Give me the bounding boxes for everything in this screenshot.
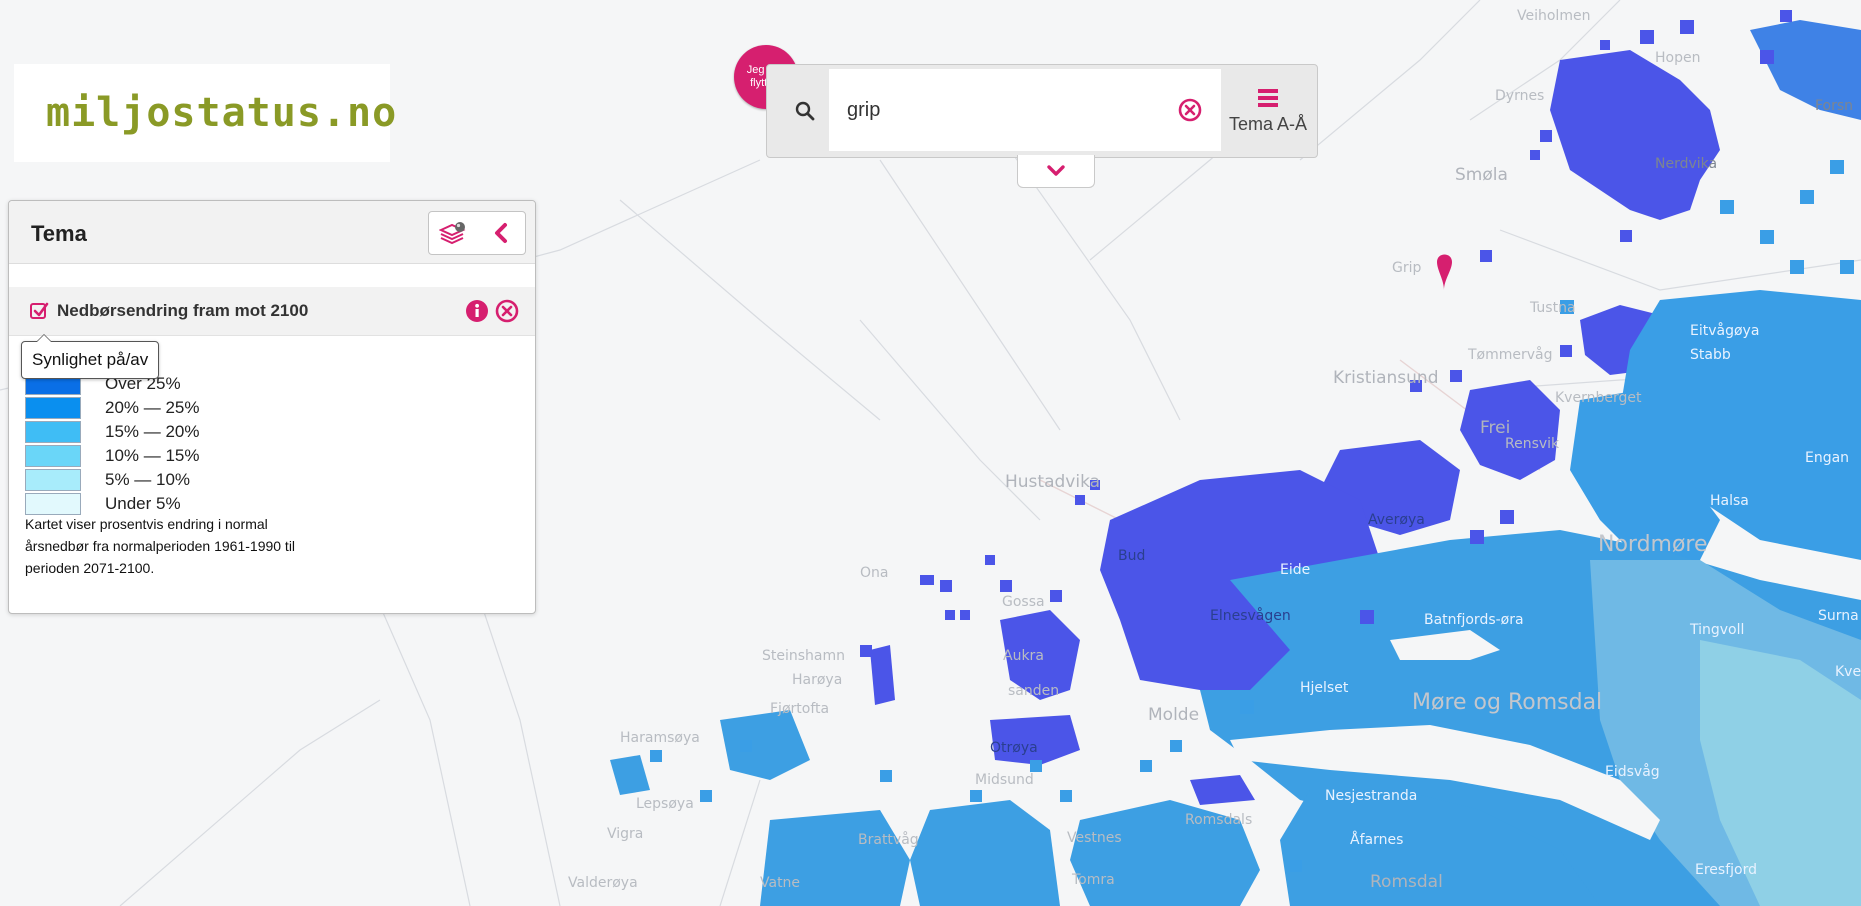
layers-icon [439,222,466,245]
place-label: Smøla [1455,165,1508,185]
place-label: sanden [1008,683,1060,699]
hamburger-menu-icon [1258,88,1278,107]
place-label: Nerdvika [1655,156,1718,172]
place-label: Møre og Romsdal [1412,690,1603,715]
logo-text: miljostatus.no [46,90,398,136]
place-label: Vigra [607,826,644,842]
chevron-down-icon [1047,165,1065,176]
legend-item: 5% — 10% [25,469,325,491]
place-label: Gossa [1002,594,1045,610]
place-label: Surna [1818,608,1859,624]
visibility-checkbox-icon[interactable] [29,301,49,321]
place-label: Averøya [1368,512,1425,528]
place-label: Forsn [1815,98,1854,114]
place-label: Halsa [1710,493,1749,509]
chevron-left-icon [495,223,507,243]
place-label: Kristiansund [1333,368,1439,388]
theme-menu-label: Tema A-Å [1228,113,1308,134]
place-label: Vestnes [1067,830,1122,846]
place-label: Frei [1480,418,1511,438]
place-label: Molde [1148,705,1200,725]
place-label: Hustadvika [1005,472,1101,492]
place-label: Fjørtofta [770,701,830,717]
place-label: Tingvoll [1690,622,1745,638]
legend-swatch [25,445,81,467]
remove-layer-icon[interactable] [495,299,519,323]
place-label: Vatne [760,875,801,891]
layer-name: Nedbørsendring fram mot 2100 [57,301,309,320]
info-icon[interactable] [465,299,489,323]
place-label: Nesjestranda [1325,788,1418,804]
theme-panel: Tema Nedbørsendring fram mot 2100 Over 2… [8,200,536,614]
legend-item: 15% — 20% [25,421,325,443]
place-label: Åfarnes [1350,832,1404,848]
place-label: Lepsøya [636,796,694,812]
legend-label: 20% — 25% [105,398,200,417]
legend-item: Under 5% [25,493,325,515]
place-label: Brattvåg [858,832,919,848]
legend-item: 10% — 15% [25,445,325,467]
visibility-tooltip: Synlighet på/av [21,334,160,379]
place-label: Kve [1835,664,1861,680]
search-input-value: grip [847,98,881,121]
expand-search-button[interactable] [1017,155,1095,188]
place-label: Tømmervåg [1468,347,1553,363]
place-label: Romsdal [1370,872,1443,892]
place-label: Dyrnes [1495,88,1545,104]
panel-title: Tema [31,221,87,246]
legend-swatch [25,397,81,419]
layers-button[interactable] [429,212,477,254]
place-label: Eide [1280,562,1311,578]
place-label: Eresfjord [1695,862,1757,878]
legend-swatch [25,421,81,443]
clear-search-icon[interactable] [1177,97,1203,123]
legend-swatch [25,469,81,491]
place-label: Otrøya [990,740,1038,756]
place-label: Batnfjords-øra [1424,612,1524,628]
search-icon [795,101,815,121]
search-bar: grip Tema A-Å [766,64,1318,158]
place-label: Midsund [975,772,1034,788]
legend-label: 15% — 20% [105,422,200,441]
place-label: Harøya [792,672,843,688]
place-label: Rensvik [1505,436,1560,452]
place-label: Tustna [1530,300,1576,316]
search-button[interactable] [773,71,837,151]
place-label: Tomra [1072,872,1115,888]
place-label: Veiholmen [1517,8,1591,24]
place-label: Hopen [1655,50,1701,66]
place-label: Grip [1392,260,1422,276]
site-logo[interactable]: miljostatus.no [14,64,396,162]
theme-menu-button[interactable]: Tema A-Å [1221,69,1315,153]
search-input[interactable]: grip [829,69,1221,151]
place-label: Eidsvåg [1605,764,1660,780]
place-label: Eitvågøya [1690,323,1760,339]
place-label: Bud [1118,548,1146,564]
legend-label: 10% — 15% [105,446,200,465]
layer-row: Nedbørsendring fram mot 2100 [9,287,535,336]
legend-label: 5% — 10% [105,470,191,489]
place-label: Ona [860,565,889,581]
place-label: Romsdals [1185,812,1253,828]
collapse-panel-button[interactable] [477,212,525,254]
legend-swatch [25,493,81,515]
place-label: Aukra [1003,648,1044,664]
place-label: Hjelset [1300,680,1349,696]
legend-description: Kartet viser prosentvis endring i normal… [25,516,296,576]
place-label: Kvernberget [1555,390,1642,406]
place-label: Elnesvågen [1210,608,1291,624]
panel-header: Tema [9,201,535,264]
place-label: Nordmøre [1598,532,1708,557]
panel-toolbar [428,211,526,255]
place-label: Valderøya [568,875,638,891]
place-label: Stabb [1690,347,1731,363]
place-label: Steinshamn [762,648,846,664]
place-label: Haramsøya [620,730,700,746]
legend-label: Under 5% [105,494,181,513]
legend-item: 20% — 25% [25,397,325,419]
place-label: Engan [1805,450,1850,466]
